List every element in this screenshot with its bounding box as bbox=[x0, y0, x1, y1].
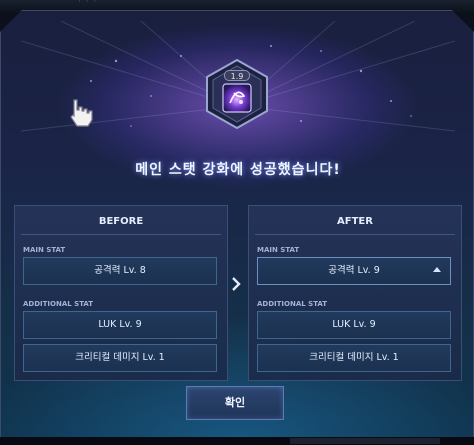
before-additional-stat-2: 크리티컬 데미지 Lv. 1 bbox=[23, 344, 217, 372]
badge-level-text: 1.9 bbox=[224, 70, 250, 81]
confirm-button[interactable]: 확인 bbox=[186, 386, 284, 420]
after-panel: AFTER MAIN STAT 공격력 Lv. 9 ADDITIONAL STA… bbox=[248, 205, 462, 381]
after-additional-stat-1: LUK Lv. 9 bbox=[257, 311, 451, 339]
after-title: AFTER bbox=[337, 216, 373, 227]
divider bbox=[255, 234, 455, 235]
after-main-stat-value: 공격력 Lv. 9 bbox=[257, 257, 451, 285]
before-panel: BEFORE MAIN STAT 공격력 Lv. 8 ADDITIONAL ST… bbox=[14, 205, 228, 381]
before-additional-stat-1: LUK Lv. 9 bbox=[23, 311, 217, 339]
chevron-right-icon bbox=[232, 277, 241, 291]
before-main-stat-value: 공격력 Lv. 8 bbox=[23, 257, 217, 285]
additional-stat-label: ADDITIONAL STAT bbox=[23, 300, 94, 308]
background-bottom-bar bbox=[0, 437, 474, 445]
after-main-stat-text: 공격력 Lv. 9 bbox=[328, 265, 380, 276]
enhancement-crystal-icon bbox=[206, 58, 268, 130]
background-strip bbox=[290, 438, 440, 444]
hand-cursor-icon bbox=[70, 99, 93, 127]
background-faint-text: · · · bbox=[78, 0, 98, 7]
success-message: 메인 스탯 강화에 성공했습니다! bbox=[135, 162, 341, 178]
main-stat-label: MAIN STAT bbox=[23, 246, 66, 254]
up-triangle-icon bbox=[433, 267, 441, 272]
before-title: BEFORE bbox=[98, 216, 144, 227]
after-additional-stat-2: 크리티컬 데미지 Lv. 1 bbox=[257, 344, 451, 372]
divider bbox=[21, 234, 221, 235]
additional-stat-label: ADDITIONAL STAT bbox=[257, 300, 328, 308]
main-stat-label: MAIN STAT bbox=[257, 246, 300, 254]
